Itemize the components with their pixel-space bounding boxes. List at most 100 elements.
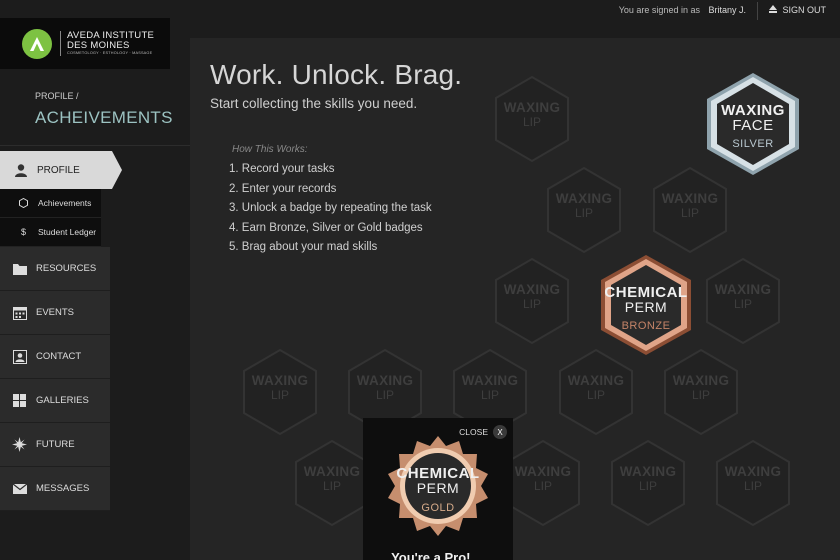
badge-subname: LIP — [680, 206, 699, 220]
achievements-panel: WAXING LIP WAXING LIP WAXING LIP WAXING … — [190, 38, 840, 560]
contact-card-icon — [12, 349, 27, 364]
eject-icon — [769, 5, 778, 15]
badge-subname: PERM — [624, 299, 668, 315]
star-burst-icon — [12, 437, 27, 452]
badge-silver-waxing-face[interactable]: WAXING FACE SILVER — [703, 71, 803, 177]
calendar-icon — [12, 305, 27, 320]
badge-name: WAXING — [661, 191, 719, 206]
locked-badge[interactable]: WAXING LIP — [546, 166, 622, 254]
sidebar-subitem-achievements[interactable]: Achievements — [0, 189, 101, 218]
badge-subname: LIP — [375, 388, 394, 402]
badge-subname: LIP — [733, 297, 752, 311]
sidebar-item-contact[interactable]: CONTACT — [0, 335, 110, 379]
badge-subname: LIP — [270, 388, 289, 402]
locked-badge[interactable]: WAXING LIP — [652, 166, 728, 254]
badge-subname: PERM — [416, 480, 460, 496]
sidebar-item-events[interactable]: EVENTS — [0, 291, 110, 335]
locked-badge[interactable]: WAXING LIP — [494, 75, 570, 163]
locked-badge[interactable]: WAXING LIP — [294, 439, 370, 527]
badge-name: WAXING — [251, 373, 309, 388]
badge-tier: BRONZE — [621, 320, 671, 332]
badge-subname: LIP — [743, 479, 762, 493]
signed-in-status: You are signed in as Britany J. — [619, 5, 746, 15]
badge-name: WAXING — [503, 100, 561, 115]
person-icon — [13, 163, 28, 178]
badge-name: WAXING — [567, 373, 625, 388]
signed-in-label: You are signed in as — [618, 5, 700, 15]
page-subheadline: Start collecting the skills you need. — [210, 96, 418, 111]
locked-badge[interactable]: WAXING LIP — [558, 348, 634, 436]
badge-subname: LIP — [480, 388, 499, 402]
sidebar-subitem-label: Student Ledger — [38, 227, 97, 237]
sidebar-nav: PROFILE Achievements $ Student Ledger RE… — [0, 151, 124, 511]
logo-line-3: COSMETOLOGY · ESTHOLOGY · MASSAGE — [67, 51, 153, 56]
topbar-divider — [757, 2, 758, 20]
badge-tier: GOLD — [421, 502, 455, 514]
badge-subname: LIP — [522, 297, 541, 311]
locked-badge[interactable]: WAXING LIP — [242, 348, 318, 436]
sign-out-button[interactable]: SIGN OUT — [769, 5, 826, 15]
step-item: 4. Earn Bronze, Silver or Gold badges — [229, 221, 423, 234]
dollar-icon: $ — [20, 227, 26, 237]
badge-name: WAXING — [503, 282, 561, 297]
sidebar-item-label: GALLERIES — [36, 395, 89, 406]
sidebar-item-profile[interactable]: PROFILE — [0, 151, 122, 189]
popup-message: You're a Pro! ... — [391, 550, 485, 560]
page-title: ACHEIVEMENTS — [35, 108, 173, 127]
badge-name: WAXING — [672, 373, 730, 388]
sidebar-item-label: CONTACT — [36, 351, 82, 362]
badge-name: WAXING — [714, 282, 772, 297]
close-icon: X — [493, 425, 507, 439]
how-it-works-steps: 1. Record your tasks 2. Enter your recor… — [229, 163, 432, 261]
sidebar-item-future[interactable]: FUTURE — [0, 423, 110, 467]
badge-subname: LIP — [638, 479, 657, 493]
logo-wordmark: AVEDA INSTITUTE DES MOINES COSMETOLOGY ·… — [60, 31, 154, 56]
badge-popup: CLOSE X CHEMICAL PERM GOLD You're a Pro!… — [363, 418, 513, 560]
locked-badge[interactable]: WAXING LIP — [494, 257, 570, 345]
sidebar-item-label: RESOURCES — [36, 263, 97, 274]
sidebar-subitem-student-ledger[interactable]: $ Student Ledger — [0, 218, 101, 247]
badge-name: WAXING — [724, 464, 782, 479]
badge-name: WAXING — [555, 191, 613, 206]
logo-line-2: DES MOINES — [67, 39, 130, 51]
page-headline: Work. Unlock. Brag. — [210, 59, 463, 90]
badge-name: WAXING — [356, 373, 414, 388]
badge-name: WAXING — [619, 464, 677, 479]
badge-subname: LIP — [522, 115, 541, 129]
badge-subname: LIP — [691, 388, 710, 402]
how-it-works-title: How This Works: — [232, 144, 308, 155]
locked-badge[interactable]: WAXING LIP — [505, 439, 581, 527]
sidebar-item-resources[interactable]: RESOURCES — [0, 247, 110, 291]
badge-gold-chemical-perm: CHEMICAL PERM GOLD — [384, 434, 492, 542]
aveda-logo[interactable]: AVEDA INSTITUTE DES MOINES COSMETOLOGY ·… — [0, 18, 170, 69]
sidebar-item-label: EVENTS — [36, 307, 75, 318]
badge-subname: LIP — [586, 388, 605, 402]
badge-name: WAXING — [303, 464, 361, 479]
locked-badge[interactable]: WAXING LIP — [705, 257, 781, 345]
sidebar-item-label: PROFILE — [37, 164, 80, 176]
sidebar-item-messages[interactable]: MESSAGES — [0, 467, 110, 511]
locked-badge[interactable]: WAXING LIP — [663, 348, 739, 436]
sidebar-subitem-label: Achievements — [38, 198, 92, 208]
locked-badge[interactable]: WAXING LIP — [715, 439, 791, 527]
locked-badge[interactable]: WAXING LIP — [610, 439, 686, 527]
grid-icon — [12, 393, 27, 408]
sidebar-item-galleries[interactable]: GALLERIES — [0, 379, 110, 423]
envelope-icon — [12, 481, 27, 496]
user-name[interactable]: Britany J. — [708, 5, 746, 15]
badge-tier: SILVER — [732, 138, 774, 150]
sidebar-divider — [0, 145, 190, 146]
badge-subname: FACE — [732, 117, 774, 134]
sidebar-item-label: MESSAGES — [36, 483, 90, 494]
sidebar-item-label: FUTURE — [36, 439, 75, 450]
step-item: 3. Unlock a badge by repeating the task — [229, 202, 432, 215]
badge-subname: LIP — [574, 206, 593, 220]
aveda-a-icon — [22, 28, 52, 59]
step-item: 1. Record your tasks — [229, 163, 335, 175]
step-item: 2. Enter your records — [229, 182, 337, 195]
badge-name: WAXING — [461, 373, 519, 388]
breadcrumb[interactable]: PROFILE / — [35, 91, 79, 101]
hexagon-icon — [16, 196, 31, 211]
badge-bronze-chemical-perm[interactable]: CHEMICAL PERM BRONZE — [598, 253, 694, 357]
badge-subname: LIP — [533, 479, 552, 493]
